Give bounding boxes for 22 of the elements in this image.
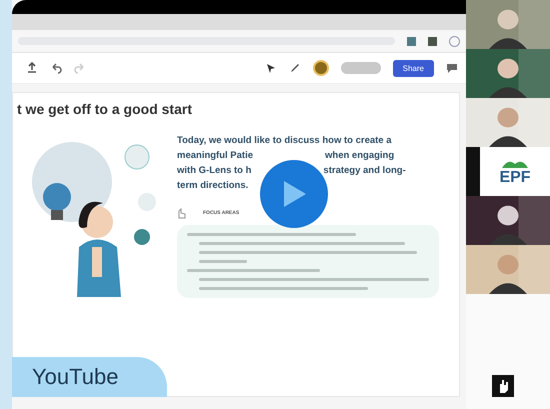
intro-text: with G-Lens to h — [177, 164, 252, 178]
share-button[interactable]: Share — [392, 60, 434, 76]
intro-text: meaningful Patie — [177, 149, 254, 163]
raise-hand-icon[interactable] — [492, 375, 514, 397]
intro-text: term directions. — [177, 179, 248, 193]
profile-icon[interactable] — [449, 36, 460, 46]
intro-text: strategy and long- — [323, 164, 406, 178]
logo-text: EPF — [499, 170, 531, 186]
youtube-label: YouTube — [12, 357, 167, 397]
upload-icon[interactable] — [26, 62, 38, 74]
intro-text: Today, we would like to discuss how to create a — [177, 134, 392, 148]
pointer-icon[interactable] — [264, 62, 277, 74]
avatar-icon — [312, 60, 329, 76]
pen-icon[interactable] — [288, 62, 301, 74]
slide-title: t we get off to a good start — [17, 101, 193, 117]
undo-icon[interactable] — [50, 62, 62, 74]
avatar-group-icon — [340, 62, 381, 74]
chat-icon[interactable] — [446, 62, 458, 74]
hand-icon — [177, 207, 187, 219]
intro-text: when engaging — [325, 149, 394, 163]
extension-icon[interactable] — [428, 36, 437, 46]
extension-icon[interactable] — [407, 36, 416, 46]
